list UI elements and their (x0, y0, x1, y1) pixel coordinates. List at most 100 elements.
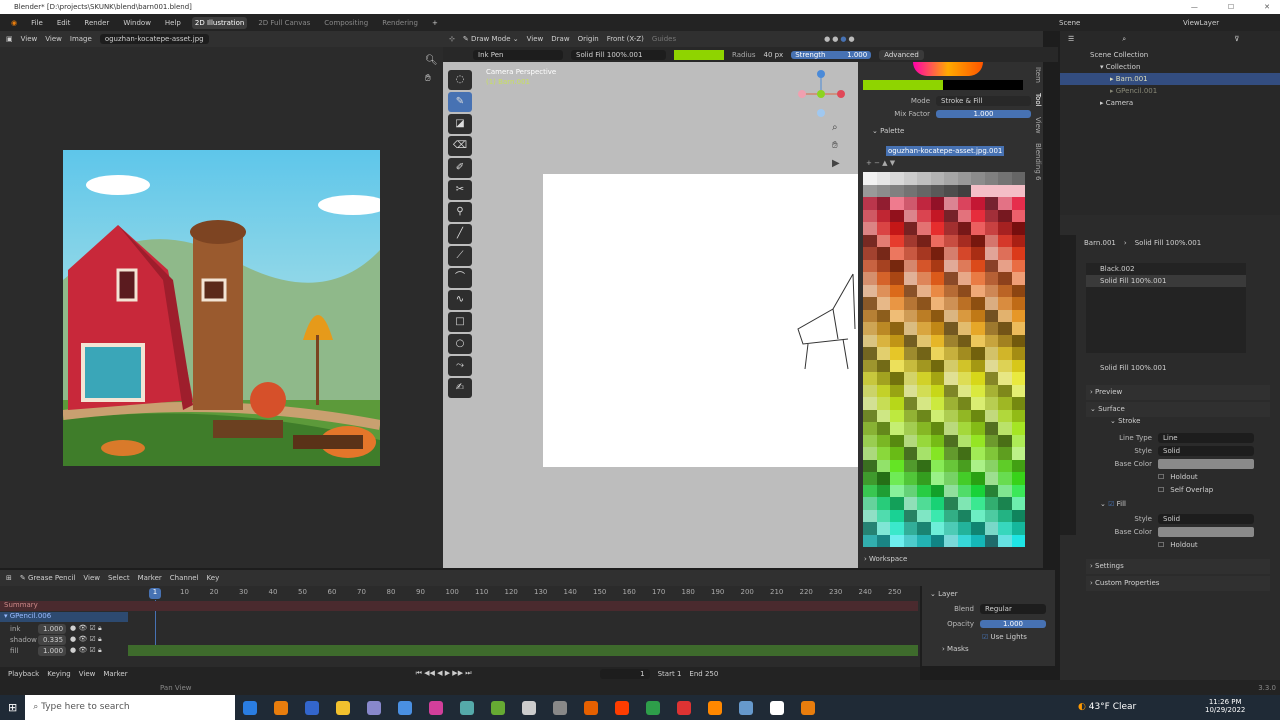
palette-swatch[interactable] (876, 284, 890, 297)
palette-swatch[interactable] (971, 234, 985, 247)
palette-swatch[interactable] (984, 397, 998, 410)
palette-swatch[interactable] (944, 259, 958, 272)
menu-window[interactable]: Window (120, 17, 154, 29)
palette-swatch[interactable] (944, 484, 958, 497)
palette-swatch[interactable] (957, 372, 971, 385)
taskbar-app-icon[interactable] (336, 700, 351, 715)
clock[interactable]: 11:26 PM 10/29/2022 (1205, 698, 1245, 714)
palette-swatch[interactable] (998, 347, 1012, 360)
palette-swatch[interactable] (876, 197, 890, 210)
palette-swatch[interactable] (971, 359, 985, 372)
palette-swatch[interactable] (971, 484, 985, 497)
taskbar-app-icon[interactable] (646, 700, 661, 715)
palette-swatch[interactable] (998, 309, 1012, 322)
taskbar-app-icon[interactable] (615, 700, 630, 715)
layer-visibility-icon[interactable]: ● 👁︎ ☑ 🔒︎ (66, 635, 102, 644)
taskbar-app-icon[interactable] (708, 700, 723, 715)
arc-tool-icon[interactable]: ⌒ (448, 268, 472, 288)
layer-row[interactable]: fill 1.000 ● 👁︎ ☑ 🔒︎ (0, 645, 918, 656)
palette-swatch[interactable] (876, 297, 890, 310)
palette-swatch[interactable] (944, 322, 958, 335)
display-mode-icon[interactable]: ☰ (1068, 35, 1074, 43)
palette-swatch[interactable] (917, 372, 931, 385)
palette-swatch[interactable] (930, 372, 944, 385)
palette-swatch[interactable] (984, 172, 998, 185)
palette-swatch[interactable] (998, 322, 1012, 335)
palette-swatch[interactable] (903, 422, 917, 435)
palette-swatch[interactable] (863, 509, 877, 522)
palette-swatch[interactable] (1011, 384, 1025, 397)
filter-icon[interactable]: ⊽ (1234, 35, 1239, 43)
taskbar-search-box[interactable]: ⌕ Type here to search (25, 695, 236, 720)
palette-swatch[interactable] (984, 322, 998, 335)
palette-swatch[interactable] (957, 259, 971, 272)
palette-swatch[interactable] (917, 522, 931, 535)
palette-swatch[interactable] (903, 209, 917, 222)
palette-swatch[interactable] (863, 422, 877, 435)
palette-panel-header[interactable]: ⌄ Palette (872, 127, 904, 135)
palette-swatch[interactable] (984, 197, 998, 210)
draw-tool-icon[interactable]: ✎ (448, 92, 472, 112)
palette-swatch[interactable] (1011, 322, 1025, 335)
palette-swatch[interactable] (998, 422, 1012, 435)
palette-swatch[interactable] (957, 184, 971, 197)
palette-swatch[interactable] (863, 284, 877, 297)
palette-swatch[interactable] (903, 247, 917, 260)
palette-swatch[interactable] (876, 309, 890, 322)
tab-2d-illustration[interactable]: 2D Illustration (191, 16, 248, 29)
palette-swatch[interactable] (998, 409, 1012, 422)
palette-swatch[interactable] (957, 334, 971, 347)
palette-swatch[interactable] (863, 347, 877, 360)
palette-swatch[interactable] (876, 472, 890, 485)
palette-swatch[interactable] (930, 322, 944, 335)
fill-holdout-checkbox[interactable]: ☐ Holdout (1060, 538, 1280, 551)
palette-swatch[interactable] (957, 172, 971, 185)
palette-swatch[interactable] (957, 234, 971, 247)
palette-swatch[interactable] (984, 334, 998, 347)
palette-swatch[interactable] (890, 347, 904, 360)
palette-swatch[interactable] (863, 534, 877, 547)
palette-swatch[interactable] (957, 284, 971, 297)
menu-file[interactable]: File (28, 17, 46, 29)
palette-swatch[interactable] (930, 197, 944, 210)
palette-swatch[interactable] (890, 397, 904, 410)
palette-swatch[interactable] (890, 234, 904, 247)
palette-swatch[interactable] (957, 484, 971, 497)
palette-swatch[interactable] (984, 247, 998, 260)
palette-swatch[interactable] (957, 497, 971, 510)
palette-swatch[interactable] (944, 384, 958, 397)
palette-swatch[interactable] (863, 359, 877, 372)
palette-swatch[interactable] (863, 384, 877, 397)
palette-swatch[interactable] (1011, 497, 1025, 510)
palette-swatch[interactable] (971, 172, 985, 185)
playback-controls[interactable]: ⏮ ◀◀ ◀ ▶ ▶▶ ⏭ (416, 669, 472, 678)
palette-swatch[interactable] (998, 234, 1012, 247)
palette-swatch[interactable] (930, 497, 944, 510)
brush-selector[interactable]: Ink Pen (473, 49, 563, 60)
box-tool-icon[interactable]: □ (448, 312, 472, 332)
palette-swatch[interactable] (957, 422, 971, 435)
palette-swatch[interactable] (917, 409, 931, 422)
palette-swatch[interactable] (998, 172, 1012, 185)
palette-swatch[interactable] (971, 297, 985, 310)
palette-swatch[interactable] (971, 509, 985, 522)
mode-dropdown[interactable]: Stroke & Fill (936, 95, 1031, 106)
palette-swatch[interactable] (944, 522, 958, 535)
palette-swatch[interactable] (984, 534, 998, 547)
palette-swatch[interactable] (1011, 359, 1025, 372)
taskbar-app-icon[interactable] (553, 700, 568, 715)
custom-properties-panel-header[interactable]: › Custom Properties (1086, 576, 1270, 591)
palette-swatch[interactable] (903, 359, 917, 372)
palette-swatch[interactable] (903, 184, 917, 197)
palette-swatch[interactable] (984, 459, 998, 472)
stroke-base-color[interactable] (1158, 458, 1254, 469)
cursor-tool-icon[interactable]: ◌ (448, 70, 472, 90)
palette-name-field[interactable]: oguzhan-kocatepe-asset.jpg.001 (886, 146, 1005, 156)
layer-opacity[interactable]: 1.000 (38, 645, 66, 656)
opacity-slider[interactable]: 1.000 (980, 619, 1046, 628)
palette-swatch[interactable] (890, 384, 904, 397)
material-slot-list[interactable]: Black.002 Solid Fill 100%.001 (1086, 263, 1246, 353)
palette-swatch[interactable] (998, 334, 1012, 347)
palette-swatch[interactable] (903, 347, 917, 360)
palette-swatch[interactable] (903, 172, 917, 185)
